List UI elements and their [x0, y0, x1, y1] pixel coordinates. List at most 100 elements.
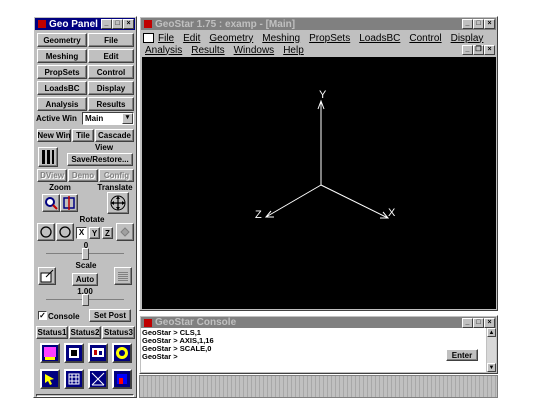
menu-help[interactable]: Help	[283, 45, 304, 56]
mesh-model-icon[interactable]	[64, 343, 84, 363]
zoom-box-icon	[63, 196, 75, 210]
edit-button[interactable]: Edit	[88, 49, 134, 63]
minimize-icon[interactable]: _	[101, 19, 112, 29]
axis-y-button[interactable]: Y	[89, 227, 100, 239]
menu-analysis[interactable]: Analysis	[145, 45, 182, 56]
minimize-icon[interactable]: _	[462, 19, 473, 29]
loadsbc-button[interactable]: LoadsBC	[37, 81, 87, 95]
translate-button[interactable]	[107, 192, 129, 214]
close-icon[interactable]: ×	[484, 317, 495, 328]
console-checkbox[interactable]: ✓	[38, 311, 47, 320]
zoom-box-button[interactable]	[60, 194, 78, 212]
rotate-reset-button[interactable]	[116, 223, 134, 241]
console-title: GeoStar Console	[155, 317, 237, 328]
console-prompt: GeoStar >	[142, 352, 178, 361]
menu-propsets[interactable]: PropSets	[309, 33, 350, 44]
panel-status-field	[36, 394, 134, 397]
menu-loadsbc[interactable]: LoadsBC	[359, 33, 400, 44]
menu-edit[interactable]: Edit	[183, 33, 200, 44]
rotate-slider-thumb[interactable]	[82, 248, 89, 260]
menu-results[interactable]: Results	[191, 45, 224, 56]
display-button[interactable]: Display	[88, 81, 134, 95]
child-close-icon[interactable]: ×	[484, 45, 495, 55]
menu-meshing[interactable]: Meshing	[262, 33, 300, 44]
menu-file[interactable]: File	[158, 33, 174, 44]
geo-panel: Geo Panel _ □ × Geometry File Meshing Ed…	[33, 16, 137, 398]
close-icon[interactable]: ×	[123, 19, 134, 29]
menu-control[interactable]: Control	[409, 33, 441, 44]
wireframe-icon[interactable]	[88, 369, 108, 389]
main-window-title: GeoStar 1.75 : examp - [Main]	[155, 18, 296, 30]
maximize-icon[interactable]: □	[473, 19, 484, 29]
help-icon[interactable]	[112, 343, 132, 363]
active-win-select[interactable]: Main ▾	[82, 112, 134, 125]
scroll-down-icon[interactable]: ▼	[487, 363, 496, 372]
plot-icon[interactable]	[88, 343, 108, 363]
propsets-button[interactable]: PropSets	[37, 65, 87, 79]
rotate-slider[interactable]	[46, 248, 124, 260]
maximize-icon[interactable]: □	[473, 317, 484, 328]
grid-icon[interactable]	[64, 369, 84, 389]
main-window: GeoStar 1.75 : examp - [Main] _ □ × File…	[139, 16, 498, 311]
console-checkbox-label: Console	[48, 312, 80, 321]
console-window: GeoStar Console _ □ × GeoStar > CLS,1 Ge…	[139, 315, 498, 374]
dview-button[interactable]: DView	[37, 169, 67, 182]
move-icon	[110, 195, 126, 211]
status2-button[interactable]: Status2	[69, 326, 101, 339]
maximize-icon[interactable]: □	[112, 19, 123, 29]
main-window-titlebar[interactable]: GeoStar 1.75 : examp - [Main] _ □ ×	[141, 18, 496, 30]
control-button[interactable]: Control	[88, 65, 134, 79]
close-icon[interactable]: ×	[484, 19, 495, 29]
status1-button[interactable]: Status1	[36, 326, 68, 339]
graphics-viewport[interactable]: Y X Z	[142, 57, 496, 309]
menu-geometry[interactable]: Geometry	[209, 33, 253, 44]
menu-bar-row2: Analysis Results Windows Help _ ❐ ×	[145, 44, 495, 56]
menu-display[interactable]: Display	[451, 33, 484, 44]
status3-button[interactable]: Status3	[102, 326, 135, 339]
axis-x-button[interactable]: X	[76, 227, 87, 239]
geometry-button[interactable]: Geometry	[37, 33, 87, 47]
view-icon-button[interactable]	[38, 147, 58, 167]
zoom-in-button[interactable]	[42, 194, 60, 212]
translate-label: Translate	[97, 183, 133, 192]
cascade-button[interactable]: Cascade	[95, 129, 134, 142]
rotate-ccw-icon	[40, 226, 52, 238]
new-model-icon[interactable]	[40, 343, 60, 363]
view-label: View	[94, 143, 114, 152]
chevron-down-icon[interactable]: ▾	[122, 113, 133, 124]
rotate-cw-button[interactable]	[56, 223, 74, 241]
scale-slider[interactable]	[46, 294, 124, 306]
child-minimize-icon[interactable]: _	[462, 45, 473, 55]
enter-button[interactable]: Enter	[446, 349, 478, 361]
menu-windows[interactable]: Windows	[234, 45, 275, 56]
scale-slider-thumb[interactable]	[82, 294, 89, 306]
file-button[interactable]: File	[88, 33, 134, 47]
demo-button[interactable]: Demo	[68, 169, 98, 182]
scale-label: Scale	[75, 261, 97, 270]
pointer-icon[interactable]	[40, 369, 60, 389]
zoom-in-icon	[45, 197, 58, 210]
axis-z-button[interactable]: Z	[102, 227, 113, 239]
scale-fit-button[interactable]	[114, 267, 132, 285]
scale-icon-button[interactable]	[38, 267, 56, 285]
config-button[interactable]: Config	[99, 169, 134, 182]
console-output[interactable]: GeoStar > CLS,1 GeoStar > AXIS,1,16 GeoS…	[141, 328, 486, 372]
analysis-button[interactable]: Analysis	[37, 97, 87, 111]
rotate-label: Rotate	[79, 215, 105, 224]
minimize-icon[interactable]: _	[462, 317, 473, 328]
new-win-button[interactable]: New Win	[37, 129, 71, 142]
set-post-button[interactable]: Set Post	[89, 309, 131, 322]
results-plot-icon[interactable]	[112, 369, 132, 389]
console-scrollbar[interactable]: ▲ ▼	[487, 328, 496, 372]
console-titlebar[interactable]: GeoStar Console _ □ ×	[141, 317, 496, 328]
tile-button[interactable]: Tile	[72, 129, 94, 142]
view-icon	[42, 150, 54, 164]
geo-panel-titlebar[interactable]: Geo Panel _ □ ×	[35, 18, 135, 30]
save-restore-button[interactable]: Save/Restore...	[67, 153, 133, 166]
meshing-button[interactable]: Meshing	[37, 49, 87, 63]
scroll-up-icon[interactable]: ▲	[487, 328, 496, 337]
results-button[interactable]: Results	[88, 97, 134, 111]
rotate-ccw-button[interactable]	[37, 223, 55, 241]
auto-scale-button[interactable]: Auto	[72, 273, 98, 286]
child-restore-icon[interactable]: ❐	[473, 45, 484, 55]
